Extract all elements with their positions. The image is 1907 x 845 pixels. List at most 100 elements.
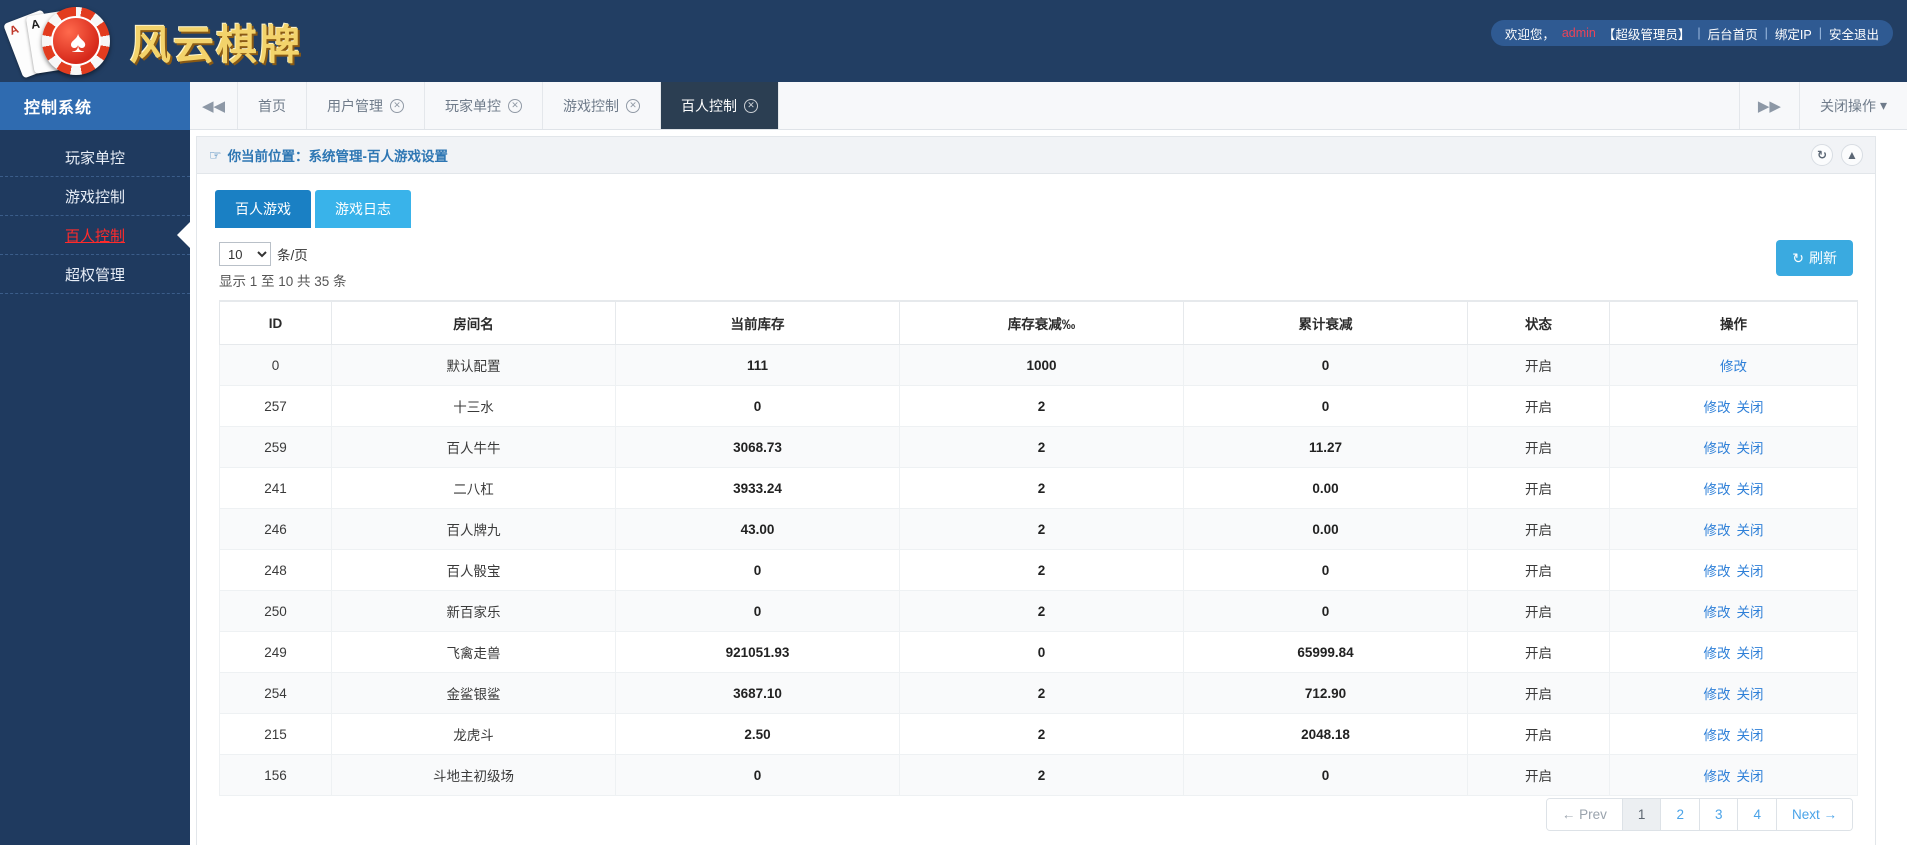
sidebar-item-hundred-control[interactable]: 百人控制 xyxy=(0,216,190,255)
edit-link[interactable]: 修改 xyxy=(1704,646,1731,661)
pagination-page-4[interactable]: 4 xyxy=(1738,799,1777,830)
table-row: 215龙虎斗2.5022048.18开启修改关闭 xyxy=(220,714,1858,755)
breadcrumb-text: 你当前位置：系统管理-百人游戏设置 xyxy=(228,145,449,165)
cell-stock-decay: 0 xyxy=(900,632,1184,673)
sidebar-item-label: 超权管理 xyxy=(65,264,125,285)
subtab-game-log[interactable]: 游戏日志 xyxy=(315,190,411,228)
cell-status: 开启 xyxy=(1468,673,1610,714)
cell-current-stock: 3933.24 xyxy=(616,468,900,509)
close-operations-menu[interactable]: 关闭操作 ▾ xyxy=(1799,82,1907,129)
tab-player-control[interactable]: 玩家单控 ✕ xyxy=(425,82,543,129)
table-row: 254金鲨银鲨3687.102712.90开启修改关闭 xyxy=(220,673,1858,714)
user-info-bar: 欢迎您，admin【超级管理员】 | 后台首页 | 绑定IP | 安全退出 xyxy=(1491,20,1893,46)
showing-count-text: 显示 1 至 10 共 35 条 xyxy=(197,266,1875,290)
cell-status: 开启 xyxy=(1468,345,1610,386)
table-row: 259百人牛牛3068.73211.27开启修改关闭 xyxy=(220,427,1858,468)
cell-room-name: 十三水 xyxy=(332,386,616,427)
cell-stock-decay: 1000 xyxy=(900,345,1184,386)
pagination-page-3[interactable]: 3 xyxy=(1700,799,1739,830)
subtab-label: 游戏日志 xyxy=(335,201,391,217)
per-page-select[interactable]: 102550100 xyxy=(219,242,271,266)
tab-user-management[interactable]: 用户管理 ✕ xyxy=(307,82,425,129)
sidebar-header: 控制系统 xyxy=(0,82,190,130)
pagination-next[interactable]: Next → xyxy=(1777,799,1852,830)
sidebar-menu: 玩家单控 游戏控制 百人控制 超权管理 xyxy=(0,130,190,294)
cell-actions: 修改关闭 xyxy=(1610,427,1858,468)
scroll-tabs-left-icon[interactable]: ◀◀ xyxy=(190,82,238,129)
close-link[interactable]: 关闭 xyxy=(1737,441,1764,456)
edit-link[interactable]: 修改 xyxy=(1704,400,1731,415)
cell-stock-decay: 2 xyxy=(900,386,1184,427)
edit-link[interactable]: 修改 xyxy=(1704,441,1731,456)
sidebar-item-label: 百人控制 xyxy=(65,225,125,246)
link-admin-home[interactable]: 后台首页 xyxy=(1708,24,1758,43)
cell-id: 0 xyxy=(220,345,332,386)
close-icon[interactable]: ✕ xyxy=(508,99,522,113)
close-link[interactable]: 关闭 xyxy=(1737,523,1764,538)
link-bind-ip[interactable]: 绑定IP xyxy=(1775,24,1812,43)
tab-home[interactable]: 首页 xyxy=(238,82,307,129)
refresh-button[interactable]: ↻ 刷新 xyxy=(1776,240,1853,276)
close-link[interactable]: 关闭 xyxy=(1737,769,1764,784)
edit-link[interactable]: 修改 xyxy=(1704,728,1731,743)
tab-game-control[interactable]: 游戏控制 ✕ xyxy=(543,82,661,129)
edit-link[interactable]: 修改 xyxy=(1704,687,1731,702)
edit-link[interactable]: 修改 xyxy=(1704,564,1731,579)
subtab-label: 百人游戏 xyxy=(235,201,291,217)
tab-label: 游戏控制 xyxy=(563,96,619,116)
brand-logo[interactable]: A A ♠ 风云棋牌 xyxy=(8,2,302,80)
cell-stock-decay: 2 xyxy=(900,468,1184,509)
close-link[interactable]: 关闭 xyxy=(1737,646,1764,661)
breadcrumb: ☞ 你当前位置：系统管理-百人游戏设置 ↻ ▲ xyxy=(196,136,1876,174)
refresh-icon[interactable]: ↻ xyxy=(1811,144,1833,166)
cell-stock-decay: 2 xyxy=(900,550,1184,591)
edit-link[interactable]: 修改 xyxy=(1704,769,1731,784)
cell-stock-decay: 2 xyxy=(900,714,1184,755)
edit-link[interactable]: 修改 xyxy=(1720,359,1747,374)
cell-room-name: 飞禽走兽 xyxy=(332,632,616,673)
refresh-icon: ↻ xyxy=(1792,250,1804,267)
close-icon[interactable]: ✕ xyxy=(744,99,758,113)
cell-current-stock: 3687.10 xyxy=(616,673,900,714)
link-logout[interactable]: 安全退出 xyxy=(1829,24,1879,43)
sidebar-item-player-control[interactable]: 玩家单控 xyxy=(0,138,190,177)
close-link[interactable]: 关闭 xyxy=(1737,728,1764,743)
edit-link[interactable]: 修改 xyxy=(1704,482,1731,497)
cell-room-name: 百人牛牛 xyxy=(332,427,616,468)
cell-room-name: 百人骰宝 xyxy=(332,550,616,591)
main-content: 百人游戏 游戏日志 102550100 条/页 ↻ 刷新 显示 1 至 10 共… xyxy=(196,174,1876,845)
cell-actions: 修改关闭 xyxy=(1610,632,1858,673)
close-icon[interactable]: ✕ xyxy=(626,99,640,113)
per-page-control: 102550100 条/页 xyxy=(219,242,308,266)
close-link[interactable]: 关闭 xyxy=(1737,605,1764,620)
cell-id: 248 xyxy=(220,550,332,591)
subtab-hundred-games[interactable]: 百人游戏 xyxy=(215,190,311,228)
sidebar-item-game-control[interactable]: 游戏控制 xyxy=(0,177,190,216)
cell-current-stock: 0 xyxy=(616,550,900,591)
pagination-page-1[interactable]: 1 xyxy=(1623,799,1662,830)
column-header-stock-decay: 库存衰减‰ xyxy=(900,301,1184,345)
edit-link[interactable]: 修改 xyxy=(1704,605,1731,620)
cell-total-decay: 0 xyxy=(1184,550,1468,591)
edit-link[interactable]: 修改 xyxy=(1704,523,1731,538)
scroll-tabs-right-icon[interactable]: ▶▶ xyxy=(1739,82,1799,129)
close-icon[interactable]: ✕ xyxy=(390,99,404,113)
cell-room-name: 斗地主初级场 xyxy=(332,755,616,796)
chevron-up-icon[interactable]: ▲ xyxy=(1841,144,1863,166)
cell-current-stock: 111 xyxy=(616,345,900,386)
cell-room-name: 百人牌九 xyxy=(332,509,616,550)
pagination-prev[interactable]: ← Prev xyxy=(1547,799,1623,830)
cell-status: 开启 xyxy=(1468,632,1610,673)
cell-total-decay: 0 xyxy=(1184,755,1468,796)
close-link[interactable]: 关闭 xyxy=(1737,400,1764,415)
pagination-page-2[interactable]: 2 xyxy=(1661,799,1700,830)
close-link[interactable]: 关闭 xyxy=(1737,687,1764,702)
close-link[interactable]: 关闭 xyxy=(1737,564,1764,579)
tab-hundred-control[interactable]: 百人控制 ✕ xyxy=(661,82,779,129)
column-header-status: 状态 xyxy=(1468,301,1610,345)
sidebar-item-label: 玩家单控 xyxy=(65,147,125,168)
welcome-label: 欢迎您， xyxy=(1505,24,1555,43)
cell-current-stock: 43.00 xyxy=(616,509,900,550)
close-link[interactable]: 关闭 xyxy=(1737,482,1764,497)
sidebar-item-super-admin[interactable]: 超权管理 xyxy=(0,255,190,294)
